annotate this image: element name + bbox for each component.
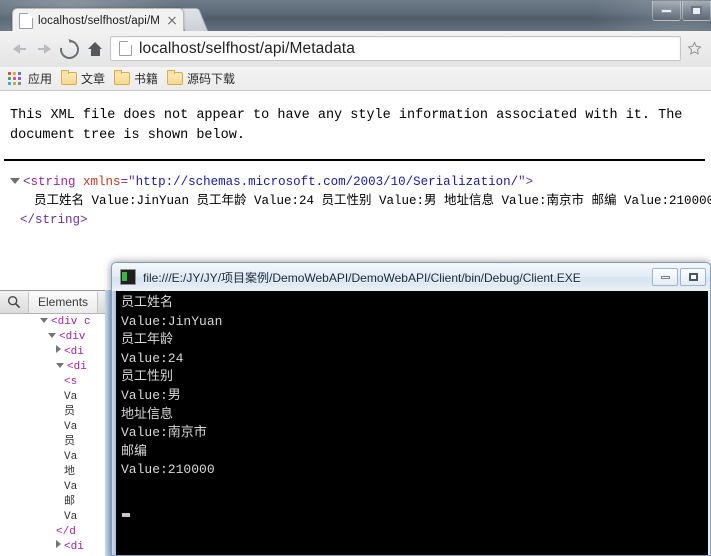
collapse-triangle-icon[interactable] — [40, 318, 48, 323]
console-app-icon — [120, 269, 136, 285]
bookmark-item-articles[interactable]: 文章 — [58, 69, 111, 89]
xml-close-tag: </string> — [20, 212, 88, 227]
dom-node-text: 地 — [64, 466, 75, 478]
collapse-triangle-icon[interactable] — [56, 363, 64, 368]
console-cursor — [122, 513, 130, 517]
tab-title: localhost/selfhost/api/M — [38, 14, 160, 27]
bookmark-label: 文章 — [81, 72, 106, 86]
dom-node-text: Va — [64, 421, 78, 433]
dom-node-text: 邮 — [64, 496, 75, 508]
home-icon — [87, 42, 103, 56]
console-window[interactable]: file:///E:/JY/JY/项目案例/DemoWebAPI/DemoWeb… — [111, 262, 711, 556]
dom-node-text: Va — [64, 481, 78, 493]
folder-icon — [114, 70, 131, 85]
console-line: Value:男 — [121, 387, 181, 403]
console-line: Value:210000 — [121, 462, 215, 478]
console-output-text: 员工姓名 Value:JinYuan 员工年龄 Value:24 员工性别 Value:男… — [116, 291, 708, 480]
reload-icon — [55, 35, 83, 63]
console-line: Value:JinYuan — [121, 313, 223, 329]
search-icon[interactable] — [0, 295, 28, 309]
browser-tab[interactable]: localhost/selfhost/api/M — [12, 8, 184, 31]
bookmark-item-source-downloads[interactable]: 源码下载 — [164, 69, 241, 89]
dom-node-text: Va — [64, 451, 78, 463]
xml-tag-name: string — [30, 175, 76, 190]
xml-text-content: 员工姓名 Value:JinYuan 员工年龄 Value:24 员工性别 Va… — [34, 193, 711, 208]
browser-window: localhost/selfhost/api/M localhost/selfh… — [0, 0, 711, 556]
console-line: Value:南京市 — [121, 425, 207, 441]
window-controls — [651, 1, 711, 22]
xml-attr-value: http://schemas.microsoft.com/2003/10/Ser… — [135, 175, 519, 190]
expand-triangle-icon[interactable] — [56, 540, 61, 548]
expand-triangle-icon[interactable] — [10, 178, 20, 185]
dom-node-text: 员 — [64, 406, 75, 418]
browser-titlebar: localhost/selfhost/api/M — [0, 0, 711, 31]
dom-node-text: <di — [64, 346, 84, 358]
xml-document-tree: <string xmlns="http://schemas.microsoft.… — [0, 161, 711, 229]
bookmark-label: 书籍 — [134, 72, 159, 86]
xml-open-tag-row: <string xmlns="http://schemas.microsoft.… — [10, 173, 711, 192]
bookmark-apps[interactable]: 应用 — [25, 69, 58, 89]
address-bar[interactable]: localhost/selfhost/api/Metadata — [110, 36, 681, 61]
dom-node-text: <div c — [51, 316, 91, 328]
bookmarks-bar: 应用 文章 书籍 源码下载 — [0, 67, 711, 91]
dom-node-text: <div — [59, 331, 86, 343]
document-icon — [19, 12, 33, 29]
reload-button[interactable] — [55, 35, 83, 63]
xml-style-notice: This XML file does not appear to have an… — [10, 108, 683, 143]
close-icon[interactable] — [165, 14, 179, 28]
console-line: 员工年龄 — [121, 332, 174, 348]
dom-node-text: <di — [67, 361, 87, 373]
address-bar-url: localhost/selfhost/api/Metadata — [139, 39, 355, 57]
console-line: 邮编 — [121, 443, 148, 459]
xml-attr-name: xmlns — [83, 175, 121, 190]
console-title-text: file:///E:/JY/JY/项目案例/DemoWebAPI/DemoWeb… — [143, 270, 581, 285]
collapse-triangle-icon[interactable] — [48, 333, 56, 338]
folder-icon — [61, 70, 78, 85]
page-viewport: This XML file does not appear to have an… — [0, 92, 711, 290]
page-info-icon[interactable] — [119, 41, 132, 56]
console-line: 员工性别 — [121, 369, 174, 385]
console-line: Value:24 — [121, 350, 184, 366]
bookmark-item-books[interactable]: 书籍 — [111, 69, 164, 89]
minimize-button[interactable] — [652, 1, 681, 21]
bookmark-label: 应用 — [28, 72, 53, 86]
dom-node-text: <di — [64, 541, 84, 553]
apps-grid-icon[interactable] — [8, 72, 21, 85]
expand-triangle-icon[interactable] — [56, 345, 61, 353]
home-button[interactable] — [84, 39, 106, 59]
maximize-button[interactable] — [682, 1, 711, 21]
console-line: 员工姓名 — [121, 295, 174, 310]
dom-node-text: Va — [64, 391, 78, 403]
console-minimize-button[interactable] — [652, 268, 678, 286]
back-button[interactable] — [8, 39, 30, 59]
console-line: 地址信息 — [121, 406, 174, 422]
dom-node-text: </d — [56, 526, 76, 538]
browser-toolbar: localhost/selfhost/api/Metadata — [0, 31, 711, 68]
console-titlebar[interactable]: file:///E:/JY/JY/项目案例/DemoWebAPI/DemoWeb… — [112, 263, 710, 291]
console-maximize-button[interactable] — [680, 268, 706, 286]
star-icon[interactable] — [686, 40, 703, 57]
dom-node-text: <s — [64, 376, 78, 388]
console-window-controls — [650, 268, 706, 286]
forward-button[interactable] — [33, 39, 55, 59]
console-output-area[interactable]: 员工姓名 Value:JinYuan 员工年龄 Value:24 员工性别 Value:男… — [116, 291, 708, 555]
dom-node-text: Va — [64, 511, 78, 523]
bookmark-label: 源码下载 — [187, 72, 236, 86]
dom-node-text: 员 — [64, 436, 75, 448]
folder-icon — [167, 70, 184, 85]
tab-elements[interactable]: Elements — [28, 291, 99, 313]
